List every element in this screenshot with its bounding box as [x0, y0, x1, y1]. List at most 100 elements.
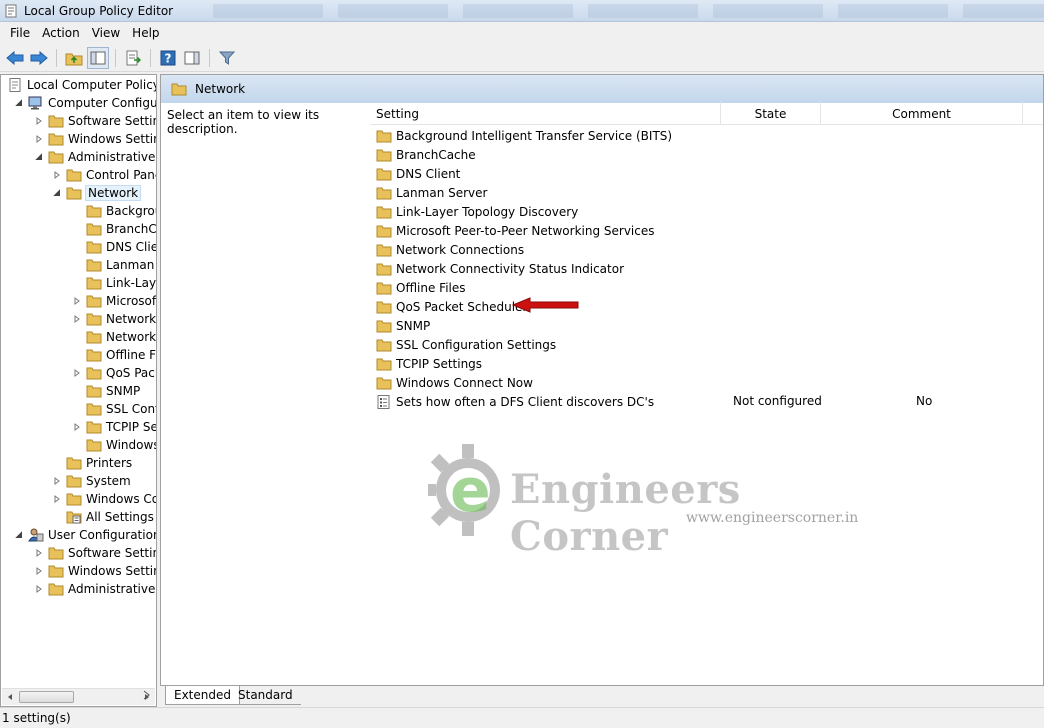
- expand-arrow-icon[interactable]: [51, 169, 63, 181]
- tree-item[interactable]: All Settings: [51, 508, 154, 526]
- pane-left-arrow-icon[interactable]: [141, 690, 151, 700]
- tree-item[interactable]: TCPIP Set: [71, 418, 157, 436]
- setting-row[interactable]: QoS Packet Scheduler: [376, 297, 527, 316]
- tree-item[interactable]: Microsoft: [71, 292, 156, 310]
- forward-button[interactable]: [28, 47, 50, 69]
- column-header-comment[interactable]: Comment: [821, 102, 1023, 125]
- setting-row[interactable]: Offline Files: [376, 278, 466, 297]
- menu-file[interactable]: File: [4, 26, 36, 40]
- forward-arrow-icon: [30, 50, 48, 65]
- tree-item[interactable]: Network C: [71, 328, 156, 346]
- tree-item[interactable]: Administrative Te: [33, 580, 156, 598]
- collapse-arrow-icon[interactable]: [33, 151, 45, 163]
- setting-row[interactable]: TCPIP Settings: [376, 354, 482, 373]
- tree-item[interactable]: Windows: [71, 436, 156, 454]
- setting-row[interactable]: Network Connections: [376, 240, 524, 259]
- tree-item[interactable]: Local Computer Policy: [7, 76, 156, 94]
- menu-action[interactable]: Action: [36, 26, 86, 40]
- tree-item-label: SNMP: [106, 384, 141, 398]
- collapse-arrow-icon[interactable]: [13, 97, 25, 109]
- setting-row[interactable]: Windows Connect Now: [376, 373, 533, 392]
- setting-row[interactable]: DNS Client: [376, 164, 460, 183]
- expand-arrow-icon[interactable]: [71, 421, 83, 433]
- tree-item[interactable]: Offline Fil: [71, 346, 156, 364]
- settings-list[interactable]: Setting State Comment Background Intelli…: [364, 92, 1043, 685]
- tree-item[interactable]: Network C: [71, 310, 156, 328]
- help-button[interactable]: ?: [157, 47, 179, 69]
- expand-arrow-icon[interactable]: [71, 313, 83, 325]
- expand-arrow-icon[interactable]: [51, 493, 63, 505]
- expand-arrow-icon[interactable]: [33, 115, 45, 127]
- expand-arrow-icon[interactable]: [71, 295, 83, 307]
- tree-item[interactable]: Windows Setting: [33, 562, 156, 580]
- tree-item[interactable]: Network: [51, 184, 142, 202]
- setting-name: DNS Client: [396, 166, 461, 181]
- expand-arrow-icon[interactable]: [71, 367, 83, 379]
- up-one-level-button[interactable]: [63, 47, 85, 69]
- expand-arrow-icon[interactable]: [33, 133, 45, 145]
- tab-extended[interactable]: Extended: [165, 686, 240, 705]
- setting-row[interactable]: SNMP: [376, 316, 430, 335]
- tree-item[interactable]: Computer Configura: [13, 94, 156, 112]
- menu-view[interactable]: View: [86, 26, 126, 40]
- collapse-arrow-icon[interactable]: [51, 187, 63, 199]
- setting-state: Not configured: [733, 394, 822, 408]
- expand-arrow-icon[interactable]: [33, 547, 45, 559]
- setting-row[interactable]: Link-Layer Topology Discovery: [376, 202, 578, 221]
- setting-name: TCPIP Settings: [396, 356, 483, 371]
- console-tree[interactable]: Local Computer Policy Computer Configura S…: [0, 74, 157, 707]
- setting-row[interactable]: Network Connectivity Status Indicator: [376, 259, 624, 278]
- show-hide-action-pane-button[interactable]: [181, 47, 203, 69]
- filter-options-button[interactable]: [216, 47, 238, 69]
- folder-icon: [86, 277, 102, 290]
- tree-item[interactable]: Windows Cor: [51, 490, 156, 508]
- export-list-button[interactable]: [122, 47, 144, 69]
- tree-item[interactable]: QoS Packe: [71, 364, 156, 382]
- column-header-state[interactable]: State: [721, 102, 821, 125]
- status-text: 1 setting(s): [2, 711, 71, 725]
- tree-item[interactable]: User Configuration: [13, 526, 156, 544]
- expand-arrow-icon[interactable]: [51, 475, 63, 487]
- folder-icon: [86, 241, 102, 254]
- setting-row[interactable]: Microsoft Peer-to-Peer Networking Servic…: [376, 221, 655, 240]
- folder-icon: [86, 439, 102, 452]
- tree-item-label: Software Settings: [68, 114, 156, 128]
- tree-item[interactable]: SSL Confi: [71, 400, 156, 418]
- tree-item-label: TCPIP Set: [106, 420, 157, 434]
- scroll-left-icon[interactable]: [6, 693, 14, 701]
- tree-item[interactable]: BranchCa: [71, 220, 156, 238]
- tree-item-label: DNS Clien: [106, 240, 156, 254]
- setting-row[interactable]: Sets how often a DFS Client discovers DC…: [376, 392, 654, 411]
- scrollbar-thumb[interactable]: [19, 691, 74, 703]
- tree-item[interactable]: Control Panel: [51, 166, 156, 184]
- show-hide-console-tree-button[interactable]: [87, 46, 109, 69]
- tree-item[interactable]: Backgrou: [71, 202, 156, 220]
- tree-item[interactable]: Link-Laye: [71, 274, 156, 292]
- tree-item[interactable]: Lanman S: [71, 256, 156, 274]
- tree-item[interactable]: System: [51, 472, 131, 490]
- back-button[interactable]: [4, 47, 26, 69]
- menu-help[interactable]: Help: [126, 26, 165, 40]
- setting-row[interactable]: SSL Configuration Settings: [376, 335, 556, 354]
- tab-standard[interactable]: Standard: [230, 686, 301, 705]
- tree-item[interactable]: Windows Setting: [33, 130, 156, 148]
- setting-name: Windows Connect Now: [396, 375, 533, 390]
- expand-arrow-icon[interactable]: [33, 583, 45, 595]
- column-header-setting[interactable]: Setting: [370, 102, 721, 125]
- setting-row[interactable]: Background Intelligent Transfer Service …: [376, 126, 672, 145]
- window-title: Local Group Policy Editor: [24, 3, 174, 18]
- tree-horizontal-scrollbar[interactable]: [2, 688, 155, 705]
- collapse-arrow-icon[interactable]: [13, 529, 25, 541]
- tree-item[interactable]: Printers: [51, 454, 132, 472]
- setting-row[interactable]: Lanman Server: [376, 183, 487, 202]
- expand-arrow-icon[interactable]: [33, 565, 45, 577]
- tree-item[interactable]: DNS Clien: [71, 238, 156, 256]
- tree-item[interactable]: SNMP: [71, 382, 140, 400]
- tree-item[interactable]: Administrative Te: [33, 148, 156, 166]
- tree-item[interactable]: Software Settings: [33, 112, 156, 130]
- tree-item[interactable]: Software Settings: [33, 544, 156, 562]
- setting-row[interactable]: BranchCache: [376, 145, 476, 164]
